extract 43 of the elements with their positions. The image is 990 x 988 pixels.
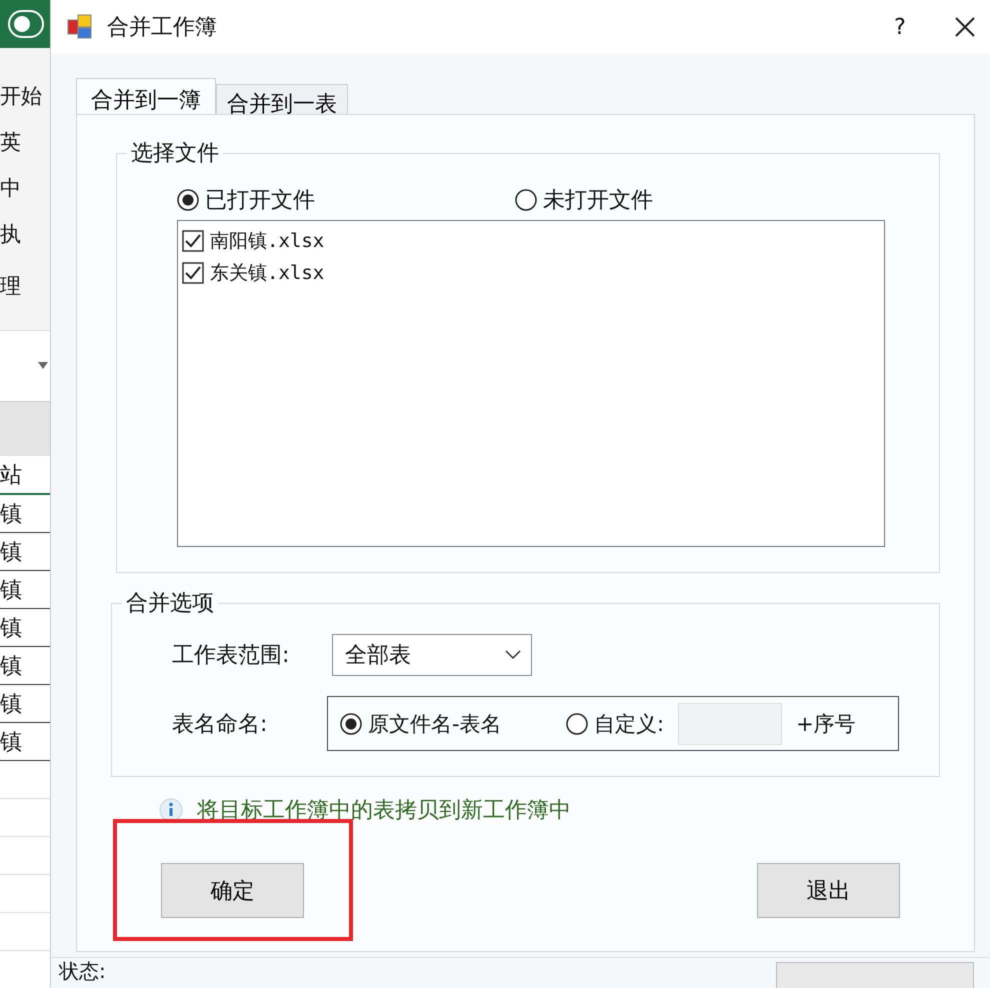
status-label: 状态: bbox=[59, 958, 106, 984]
ribbon-group-label: 理 bbox=[0, 273, 22, 300]
file-name[interactable]: 东关镇.xlsx bbox=[210, 260, 324, 286]
checkbox[interactable] bbox=[182, 262, 204, 284]
table-cell: 镇 bbox=[0, 609, 50, 647]
table-cell: 镇 bbox=[0, 571, 50, 609]
suffix-label: +序号 bbox=[796, 710, 856, 738]
checkbox[interactable] bbox=[182, 230, 204, 252]
dialog-button[interactable]: 确定 bbox=[161, 863, 304, 918]
table-cell: 镇 bbox=[0, 723, 50, 761]
dialog-button[interactable]: 退出 bbox=[757, 863, 900, 918]
radio-label[interactable]: 自定义: bbox=[594, 710, 664, 738]
table-cell: 镇 bbox=[0, 685, 50, 723]
hint-text: 将目标工作簿中的表拷贝到新工作簿中 bbox=[197, 797, 571, 825]
tab[interactable]: 合并到一表 bbox=[216, 84, 348, 114]
radio-button[interactable] bbox=[177, 189, 199, 211]
toggle-icon bbox=[8, 10, 44, 38]
ribbon-tab[interactable]: 开始 bbox=[0, 82, 50, 110]
field-label: 表名命名: bbox=[172, 710, 268, 738]
ribbon-item[interactable]: 英 bbox=[0, 128, 21, 156]
caret-icon bbox=[505, 650, 521, 660]
info-icon bbox=[159, 798, 183, 822]
table-cell: 镇 bbox=[0, 495, 50, 533]
window-title: 合并工作簿 bbox=[107, 14, 218, 42]
radio-button[interactable] bbox=[566, 712, 588, 734]
radio-label[interactable]: 未打开文件 bbox=[543, 185, 653, 215]
dropdown-arrow-icon[interactable] bbox=[38, 362, 48, 370]
help-button[interactable]: ? bbox=[880, 14, 920, 40]
sheet-range-dropdown[interactable]: 全部表 bbox=[332, 634, 532, 676]
ribbon-item[interactable]: 执 bbox=[0, 220, 21, 248]
radio-label[interactable]: 原文件名-表名 bbox=[368, 710, 502, 738]
table-cell: 镇 bbox=[0, 533, 50, 571]
close-icon[interactable] bbox=[954, 16, 976, 38]
table-cell: 镇 bbox=[0, 647, 50, 685]
ribbon-item[interactable]: 中 bbox=[0, 174, 21, 202]
app-icon bbox=[67, 14, 93, 40]
radio-button[interactable] bbox=[515, 189, 537, 211]
tab[interactable]: 合并到一簿 bbox=[76, 78, 216, 114]
file-name[interactable]: 南阳镇.xlsx bbox=[210, 228, 324, 254]
custom-name-field[interactable] bbox=[678, 702, 782, 744]
radio-button[interactable] bbox=[340, 712, 362, 734]
radio-label[interactable]: 已打开文件 bbox=[205, 185, 315, 215]
field-label: 工作表范围: bbox=[172, 642, 290, 670]
